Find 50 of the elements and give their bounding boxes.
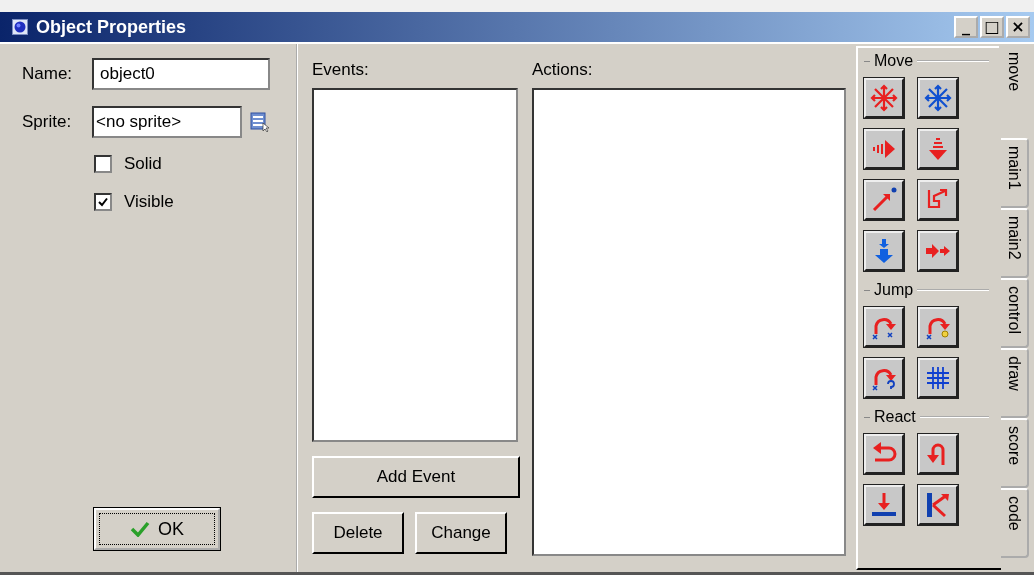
action-button[interactable] <box>918 358 958 398</box>
tab[interactable]: draw <box>1001 348 1029 418</box>
actions-label: Actions: <box>532 60 594 80</box>
action-button[interactable] <box>918 231 958 271</box>
minimize-button[interactable]: _ <box>954 16 978 38</box>
name-label: Name: <box>22 64 74 84</box>
checkbox-box[interactable] <box>94 193 112 211</box>
action-button[interactable] <box>918 434 958 474</box>
app-icon <box>12 19 28 35</box>
group-label: Move <box>874 52 914 70</box>
action-button[interactable] <box>864 485 904 525</box>
tab[interactable]: code <box>1001 488 1029 558</box>
close-button[interactable]: × <box>1006 16 1030 38</box>
action-button[interactable] <box>864 231 904 271</box>
checkmark-icon <box>130 521 150 537</box>
tab[interactable]: main1 <box>1001 138 1029 208</box>
checkbox-box[interactable] <box>94 155 112 173</box>
action-button[interactable] <box>864 78 904 118</box>
sprite-field[interactable]: <no sprite> <box>92 106 242 138</box>
tab[interactable]: control <box>1001 278 1029 348</box>
group-label: Jump <box>874 281 914 299</box>
add-event-button[interactable]: Add Event <box>312 456 520 498</box>
action-button[interactable] <box>918 78 958 118</box>
sprite-menu-icon[interactable] <box>250 112 270 132</box>
events-label: Events: <box>312 60 370 80</box>
name-field[interactable]: object0 <box>92 58 270 90</box>
checkbox[interactable]: Visible <box>94 192 284 212</box>
action-button[interactable] <box>864 180 904 220</box>
action-button[interactable] <box>918 180 958 220</box>
star-arrows-icon <box>869 83 899 113</box>
tab[interactable]: score <box>1001 418 1029 488</box>
ok-button[interactable]: OK <box>94 508 220 550</box>
action-button[interactable] <box>864 358 904 398</box>
maximize-button[interactable]: □ <box>980 16 1004 38</box>
tab[interactable]: main2 <box>1001 208 1029 278</box>
group-label: React <box>874 408 916 426</box>
star-arrows-icon <box>923 83 953 113</box>
checkbox[interactable]: Solid <box>94 154 284 174</box>
actions-list[interactable] <box>532 88 846 556</box>
action-button[interactable] <box>918 129 958 169</box>
change-button[interactable]: Change <box>415 512 507 554</box>
sprite-label: Sprite: <box>22 112 73 132</box>
delete-button[interactable]: Delete <box>312 512 404 554</box>
action-button[interactable] <box>864 129 904 169</box>
action-button[interactable] <box>864 307 904 347</box>
window-title: Object Properties <box>36 16 188 38</box>
action-button[interactable] <box>918 485 958 525</box>
action-button[interactable] <box>918 307 958 347</box>
action-button[interactable] <box>864 434 904 474</box>
events-list[interactable] <box>312 88 518 442</box>
